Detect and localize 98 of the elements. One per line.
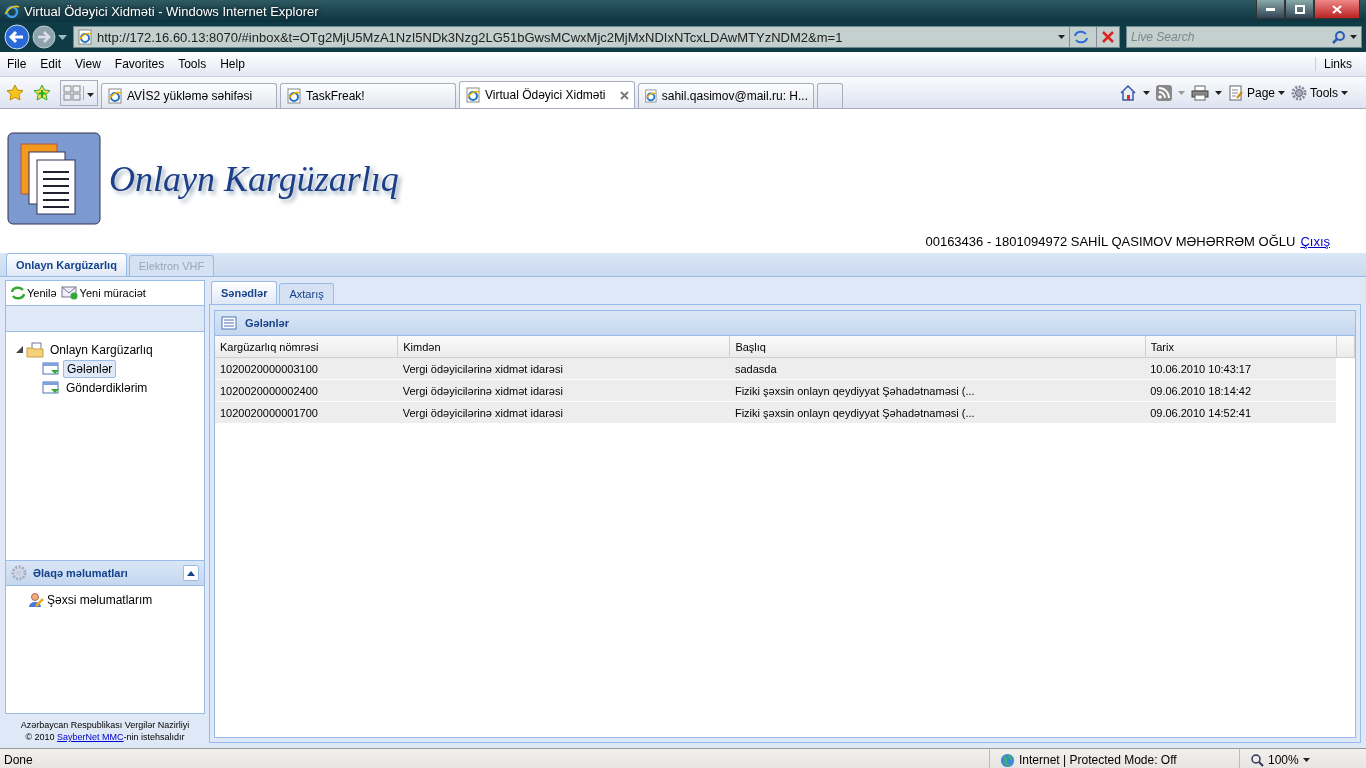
- browser-tab[interactable]: sahil.qasimov@mail.ru: H...: [638, 83, 814, 108]
- tree-item[interactable]: Onlayn Kargüzarlıq: [47, 341, 156, 358]
- app-tab[interactable]: Onlayn Kargüzarlıq: [6, 253, 127, 276]
- menu-item[interactable]: Help: [213, 57, 252, 71]
- logout-link[interactable]: Çıxış: [1300, 234, 1330, 249]
- home-icon[interactable]: [1118, 84, 1137, 101]
- column-header[interactable]: Başlıq: [729, 336, 1146, 358]
- table-cell: 1020020000003100: [215, 357, 398, 380]
- menu-item[interactable]: File: [0, 57, 34, 71]
- browser-tab[interactable]: Virtual Ödəyici Xidməti: [459, 81, 635, 108]
- globe-icon: [1000, 752, 1015, 768]
- caret-icon[interactable]: [1341, 90, 1348, 95]
- browser-tab[interactable]: AVİS2 yükləmə səhifəsi: [101, 83, 277, 108]
- company-link[interactable]: SayberNet MMC: [57, 732, 124, 742]
- table-cell: Vergi ödəyicilərinə xidmət idarəsi: [397, 379, 730, 402]
- panel-item[interactable]: Şəxsi məlumatlarım: [47, 593, 153, 607]
- ie-page-icon: [286, 88, 302, 104]
- user-info: 00163436 - 1801094972 SAHİL QASIMOV MƏHƏRRƏM OĞLU: [925, 234, 1296, 249]
- printer-icon[interactable]: [1190, 84, 1209, 101]
- table-cell: sadasda: [729, 357, 1146, 380]
- gear-icon: [1291, 84, 1307, 101]
- caret-icon[interactable]: [1058, 35, 1065, 39]
- column-header[interactable]: Tarix: [1145, 336, 1337, 358]
- window-title: Virtual Ödəyici Xidməti - Windows Internet Explorer: [24, 3, 320, 19]
- feed-icon[interactable]: [1155, 84, 1172, 101]
- table-cell: 1020020000001700: [215, 401, 398, 424]
- links-menu[interactable]: Links: [1315, 57, 1366, 71]
- maximize-icon: [1294, 4, 1305, 14]
- panel-header[interactable]: Əlaqə məlumatları: [6, 560, 204, 586]
- tree-item[interactable]: Gələnlər: [63, 359, 117, 378]
- panel-title: Əlaqə məlumatları: [33, 567, 129, 579]
- collapse-button[interactable]: [183, 565, 199, 581]
- close-tab-icon[interactable]: [620, 90, 629, 100]
- grid-title: Gələnlər: [245, 317, 290, 329]
- menu-item[interactable]: Tools: [171, 57, 214, 71]
- stop-icon[interactable]: [1102, 31, 1114, 43]
- browser-tab[interactable]: TaskFreak!: [280, 83, 456, 108]
- command-menu[interactable]: Tools: [1291, 84, 1348, 101]
- caret-icon[interactable]: [1302, 758, 1310, 762]
- app-title: Onlayn Kargüzarlıq: [109, 157, 399, 200]
- caret-icon[interactable]: [1278, 90, 1285, 95]
- caret-icon[interactable]: [1142, 90, 1150, 95]
- footer-text: Azərbaycan Respublikası Vergilər Nazirliyi: [19, 719, 191, 731]
- table-cell: Vergi ödəyicilərinə xidmət idarəsi: [397, 401, 730, 424]
- content-tab[interactable]: Axtarış: [279, 283, 334, 304]
- close-button[interactable]: [1314, 0, 1360, 19]
- triangle-icon: [187, 570, 195, 576]
- menu-item[interactable]: Edit: [33, 57, 69, 71]
- new-request-button[interactable]: Yeni müraciət: [60, 286, 146, 300]
- maximize-button[interactable]: [1285, 0, 1314, 19]
- ie-page-icon: [77, 29, 93, 45]
- add-favorite-icon[interactable]: [33, 83, 51, 102]
- column-header[interactable]: Kimdən: [397, 336, 730, 358]
- caret-icon[interactable]: [58, 34, 67, 40]
- table-cell: 09.06.2010 14:52:41: [1145, 401, 1337, 424]
- ie-page-icon: [644, 88, 658, 104]
- table-cell: 09.06.2010 18:14:42: [1145, 379, 1337, 402]
- back-button[interactable]: [4, 24, 30, 50]
- ie-page-icon: [107, 88, 123, 104]
- menu-item[interactable]: View: [68, 57, 108, 71]
- table-cell: Vergi ödəyicilərinə xidmət idarəsi: [397, 357, 730, 380]
- caret-icon[interactable]: [1214, 90, 1222, 95]
- table-cell: Fiziki şəxsin onlayn qeydiyyat Şəhadətnaməsi (...: [729, 401, 1146, 424]
- gear-icon: [11, 565, 27, 581]
- refresh-icon[interactable]: [1073, 30, 1089, 44]
- ie-logo-icon: [4, 3, 20, 19]
- tree-item[interactable]: Göndərdiklərim: [63, 379, 151, 396]
- forward-button[interactable]: [32, 25, 56, 49]
- address-field[interactable]: http://172.16.60.13:8070/#inbox&t=OTg2MjU5MzA1NzI5NDk3Nzg2LG51bGwsMCwxMjc2MjMxNDIxNTcxLDAwMTYzNDM2&m=1: [73, 26, 1120, 48]
- logo-icon: [7, 132, 101, 225]
- refresh-icon: [10, 286, 26, 300]
- security-zone: Internet | Protected Mode: Off: [1019, 753, 1177, 767]
- inbox-icon: [42, 379, 60, 396]
- table-cell: Fiziki şəxsin onlayn qeydiyyat Şəhadətnaməsi (...: [729, 379, 1146, 402]
- list-icon: [221, 316, 237, 330]
- ie-page-icon: [465, 87, 481, 103]
- folder-icon: [26, 341, 44, 358]
- content-tab[interactable]: Sənədlər: [211, 281, 278, 304]
- table-cell: 10.06.2010 10:43:17: [1145, 357, 1337, 380]
- command-menu[interactable]: Page: [1227, 84, 1285, 101]
- inbox-icon: [42, 360, 60, 377]
- menu-item[interactable]: Favorites: [107, 57, 172, 71]
- copyright-text: © 2010 SayberNet MMC-nin istehsalıdır: [24, 731, 186, 743]
- minimize-icon: [1266, 7, 1275, 11]
- column-header[interactable]: Kargüzarlıq nömrəsi: [215, 336, 398, 358]
- minimize-button[interactable]: [1256, 0, 1285, 19]
- star-icon[interactable]: [6, 83, 24, 102]
- expander-icon[interactable]: [16, 346, 23, 353]
- caret-icon[interactable]: [87, 92, 94, 97]
- close-icon: [1332, 4, 1342, 14]
- zoom-control[interactable]: 100%: [1239, 749, 1366, 768]
- status-text: Done: [3, 753, 34, 767]
- user-edit-icon: [28, 592, 44, 608]
- table-cell: 1020020000002400: [215, 379, 398, 402]
- refresh-button[interactable]: Yenilə: [10, 286, 57, 300]
- zoom-icon: [1250, 753, 1264, 767]
- envelope-plus-icon: [60, 286, 79, 300]
- page-icon: [1227, 84, 1244, 101]
